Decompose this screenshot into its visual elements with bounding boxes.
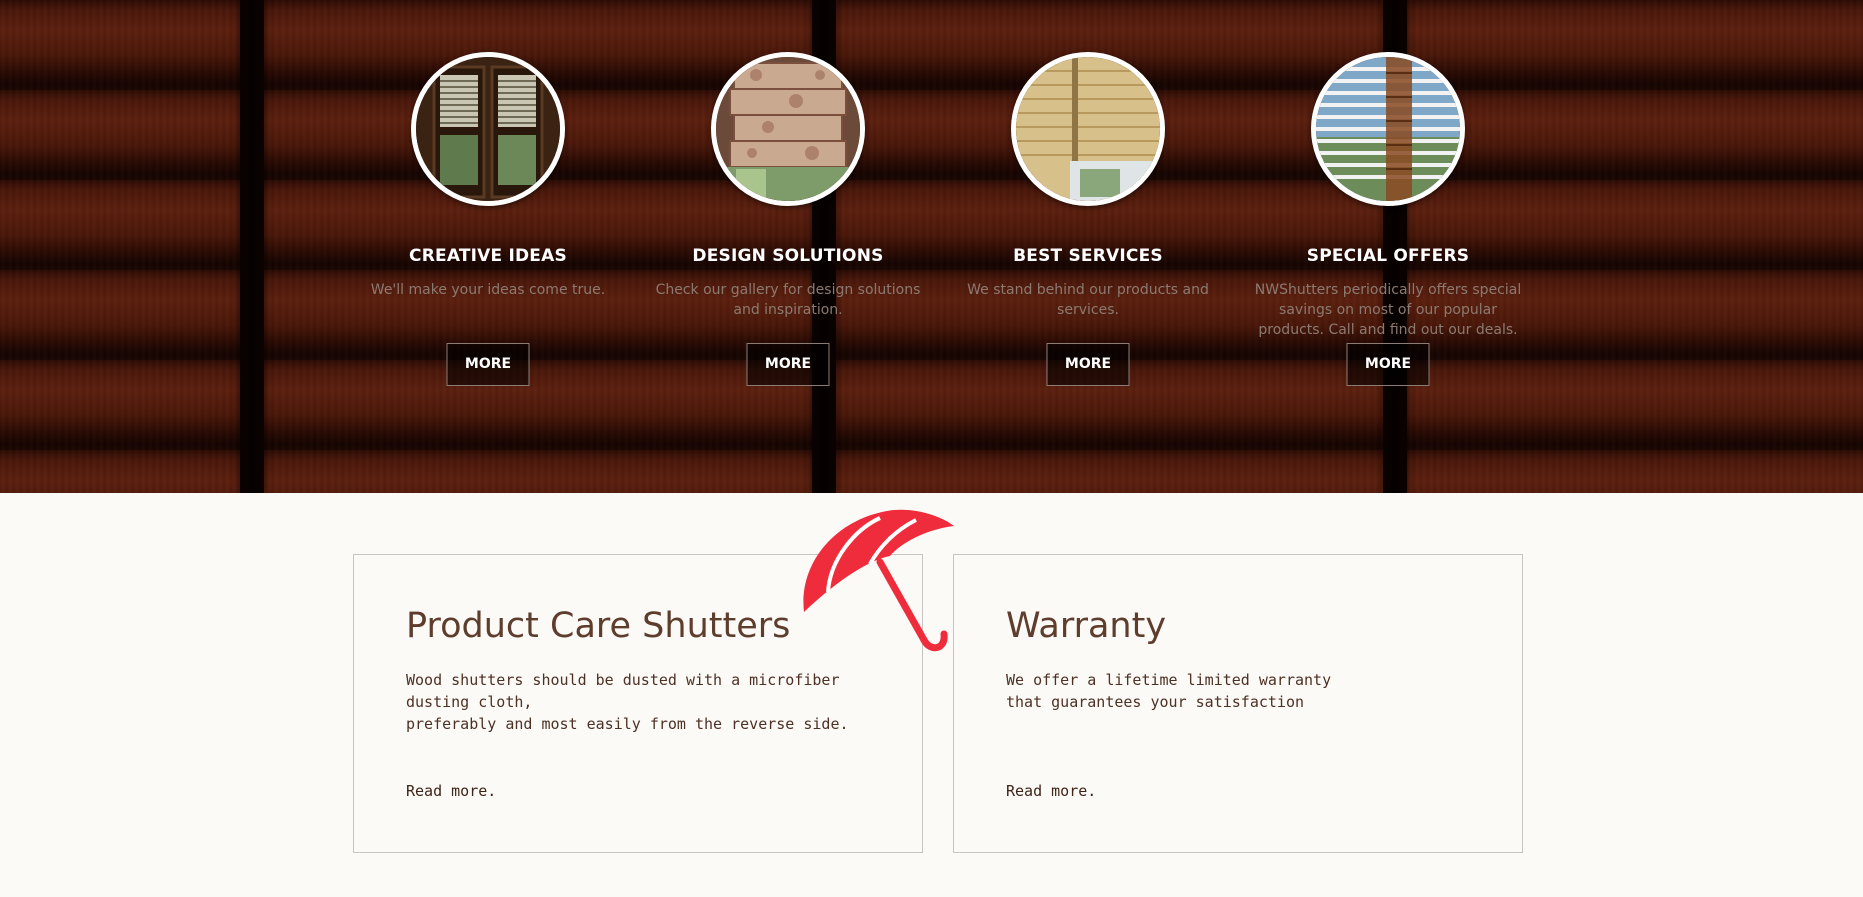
umbrella-icon xyxy=(803,509,954,652)
more-button-design-solutions[interactable]: MORE xyxy=(746,343,830,386)
cellular-shade-image xyxy=(1016,57,1160,201)
card-warranty: Warranty We offer a lifetime limited war… xyxy=(953,554,1523,853)
feature-special-offers: SPECIAL OFFERS NWShutters periodically o… xyxy=(1238,52,1538,340)
card-description: Wood shutters should be dusted with a mi… xyxy=(406,671,849,733)
feature-image-wood-blinds xyxy=(1311,52,1465,206)
card-title: Warranty xyxy=(1006,606,1167,646)
roman-shade-image xyxy=(716,57,860,201)
feature-title: CREATIVE IDEAS xyxy=(409,246,567,266)
wood-blinds-image xyxy=(1316,57,1460,201)
feature-description: Check our gallery for design solutions a… xyxy=(655,282,921,318)
feature-title: SPECIAL OFFERS xyxy=(1306,246,1470,266)
feature-description: We'll make your ideas come true. xyxy=(370,282,606,298)
read-more-link[interactable]: Read more. xyxy=(406,782,496,800)
feature-design-solutions: DESIGN SOLUTIONS Check our gallery for d… xyxy=(638,52,938,340)
feature-creative-ideas: CREATIVE IDEAS We'll make your ideas com… xyxy=(338,52,638,340)
feature-description: NWShutters periodically offers special s… xyxy=(1254,282,1522,338)
more-button-special-offers[interactable]: MORE xyxy=(1346,343,1430,386)
more-button-best-services[interactable]: MORE xyxy=(1046,343,1130,386)
read-more-link[interactable]: Read more. xyxy=(1006,782,1096,800)
card-description: We offer a lifetime limited warranty tha… xyxy=(1006,671,1332,711)
more-button-creative-ideas[interactable]: MORE xyxy=(446,343,530,386)
card-title: Product Care Shutters xyxy=(406,606,791,646)
feature-description: We stand behind our products and service… xyxy=(967,282,1209,318)
shutter-doors-image xyxy=(416,57,560,201)
feature-image-shutters xyxy=(411,52,565,206)
hero-section: CREATIVE IDEAS We'll make your ideas com… xyxy=(0,0,1863,493)
feature-title: DESIGN SOLUTIONS xyxy=(692,246,884,266)
feature-best-services: BEST SERVICES We stand behind our produc… xyxy=(938,52,1238,340)
blind-ladder-strap xyxy=(240,0,264,493)
feature-title: BEST SERVICES xyxy=(1013,246,1163,266)
feature-image-cellular-shade xyxy=(1011,52,1165,206)
feature-image-roman-shade xyxy=(711,52,865,206)
